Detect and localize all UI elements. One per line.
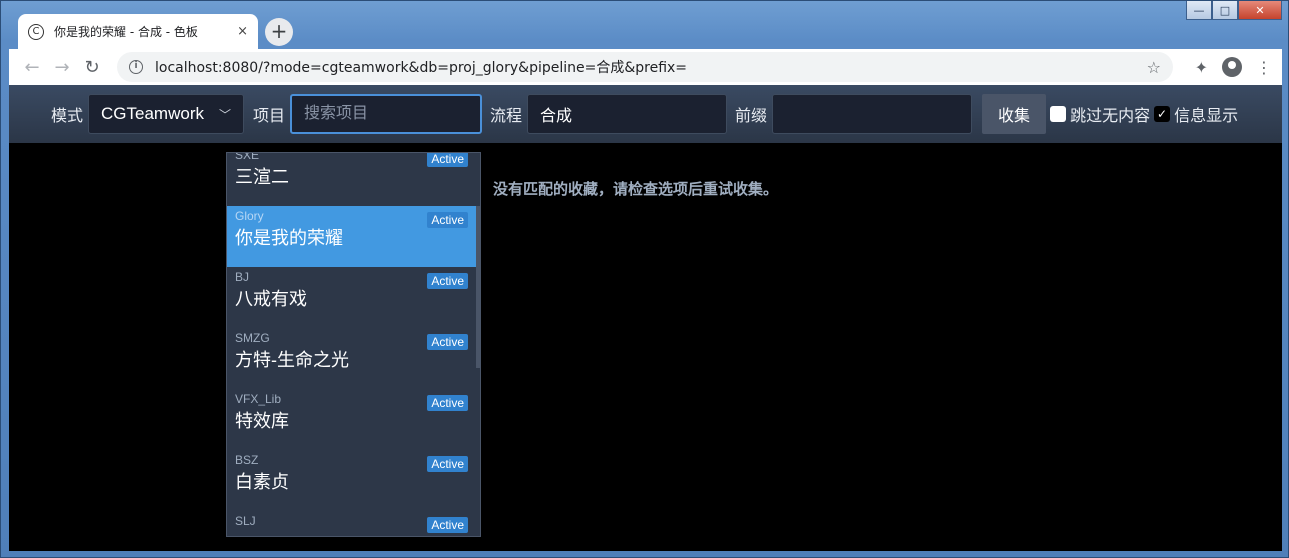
mode-label: 模式 xyxy=(51,108,84,125)
mode-select-value: CGTeamwork xyxy=(101,104,204,123)
app-content: 模式 CGTeamwork ﹀ 项目 流程 前缀 收集 跳过无内容 ✓ 信息显示… xyxy=(9,85,1282,551)
project-option-slj[interactable]: SLJ Active xyxy=(227,511,480,536)
info-icon[interactable]: i xyxy=(129,60,143,74)
extensions-icon[interactable]: ✦ xyxy=(1195,58,1208,77)
reload-icon[interactable]: ↻ xyxy=(77,57,107,78)
bookmark-star-icon[interactable]: ☆ xyxy=(1147,58,1161,77)
tab-close-icon[interactable]: × xyxy=(237,24,248,39)
status-badge: Active xyxy=(427,212,468,228)
show-info-checkbox[interactable]: ✓ xyxy=(1154,106,1171,122)
pipeline-label: 流程 xyxy=(490,108,523,125)
project-option-bsz[interactable]: BSZ 白素贞 Active xyxy=(227,450,480,511)
forward-icon[interactable]: → xyxy=(47,57,77,78)
browser-toolbar: ← → ↻ i localhost:8080/?mode=cgteamwork&… xyxy=(9,49,1282,85)
status-badge: Active xyxy=(427,395,468,411)
show-info-label[interactable]: 信息显示 xyxy=(1174,102,1238,126)
status-badge: Active xyxy=(427,334,468,350)
pipeline-input[interactable] xyxy=(527,94,728,134)
project-option-bj[interactable]: BJ 八戒有戏 Active xyxy=(227,267,480,328)
browser-tab[interactable]: C 你是我的荣耀 - 合成 - 色板 × xyxy=(18,14,258,49)
project-option-glory[interactable]: Glory 你是我的荣耀 Active xyxy=(227,206,480,267)
prefix-label: 前缀 xyxy=(735,108,768,125)
address-bar[interactable]: i localhost:8080/?mode=cgteamwork&db=pro… xyxy=(117,52,1173,82)
status-badge: Active xyxy=(427,517,468,533)
tab-title: 你是我的荣耀 - 合成 - 色板 xyxy=(54,25,198,39)
app-filter-bar: 模式 CGTeamwork ﹀ 项目 流程 前缀 收集 跳过无内容 ✓ 信息显示 xyxy=(9,85,1282,143)
project-label: 项目 xyxy=(253,108,286,125)
status-badge: Active xyxy=(427,153,468,167)
window-controls: — □ ✕ xyxy=(1186,1,1282,20)
browser-window: — □ ✕ C 你是我的荣耀 - 合成 - 色板 × + ← → ↻ i loc… xyxy=(0,0,1289,558)
prefix-input[interactable] xyxy=(772,94,973,134)
profile-avatar-icon[interactable] xyxy=(1222,57,1242,77)
favicon-icon: C xyxy=(28,23,44,40)
status-badge: Active xyxy=(427,456,468,472)
minimize-icon[interactable]: — xyxy=(1186,1,1212,20)
close-window-icon[interactable]: ✕ xyxy=(1238,1,1282,20)
project-search-input[interactable] xyxy=(290,94,483,134)
new-tab-button[interactable]: + xyxy=(265,18,293,46)
project-option-smzg[interactable]: SMZG 方特-生命之光 Active xyxy=(227,328,480,389)
maximize-icon[interactable]: □ xyxy=(1212,1,1238,20)
skip-empty-label[interactable]: 跳过无内容 xyxy=(1070,102,1150,126)
skip-empty-checkbox[interactable] xyxy=(1050,106,1067,122)
empty-message: 没有匹配的收藏，请检查选项后重试收集。 xyxy=(493,180,779,198)
mode-select[interactable]: CGTeamwork ﹀ xyxy=(88,94,245,134)
project-option-sxe[interactable]: SXE 三渲二 Active xyxy=(227,153,480,206)
project-dropdown[interactable]: SXE 三渲二 Active Glory 你是我的荣耀 Active BJ 八戒… xyxy=(226,152,481,537)
chevron-down-icon: ﹀ xyxy=(219,107,232,122)
url-text[interactable]: localhost:8080/?mode=cgteamwork&db=proj_… xyxy=(155,57,1147,77)
menu-kebab-icon[interactable]: ⋮ xyxy=(1256,58,1272,77)
back-icon[interactable]: ← xyxy=(17,57,47,78)
dropdown-scrollbar[interactable] xyxy=(476,206,480,368)
collect-button[interactable]: 收集 xyxy=(982,94,1047,134)
project-option-vfx-lib[interactable]: VFX_Lib 特效库 Active xyxy=(227,389,480,450)
status-badge: Active xyxy=(427,273,468,289)
